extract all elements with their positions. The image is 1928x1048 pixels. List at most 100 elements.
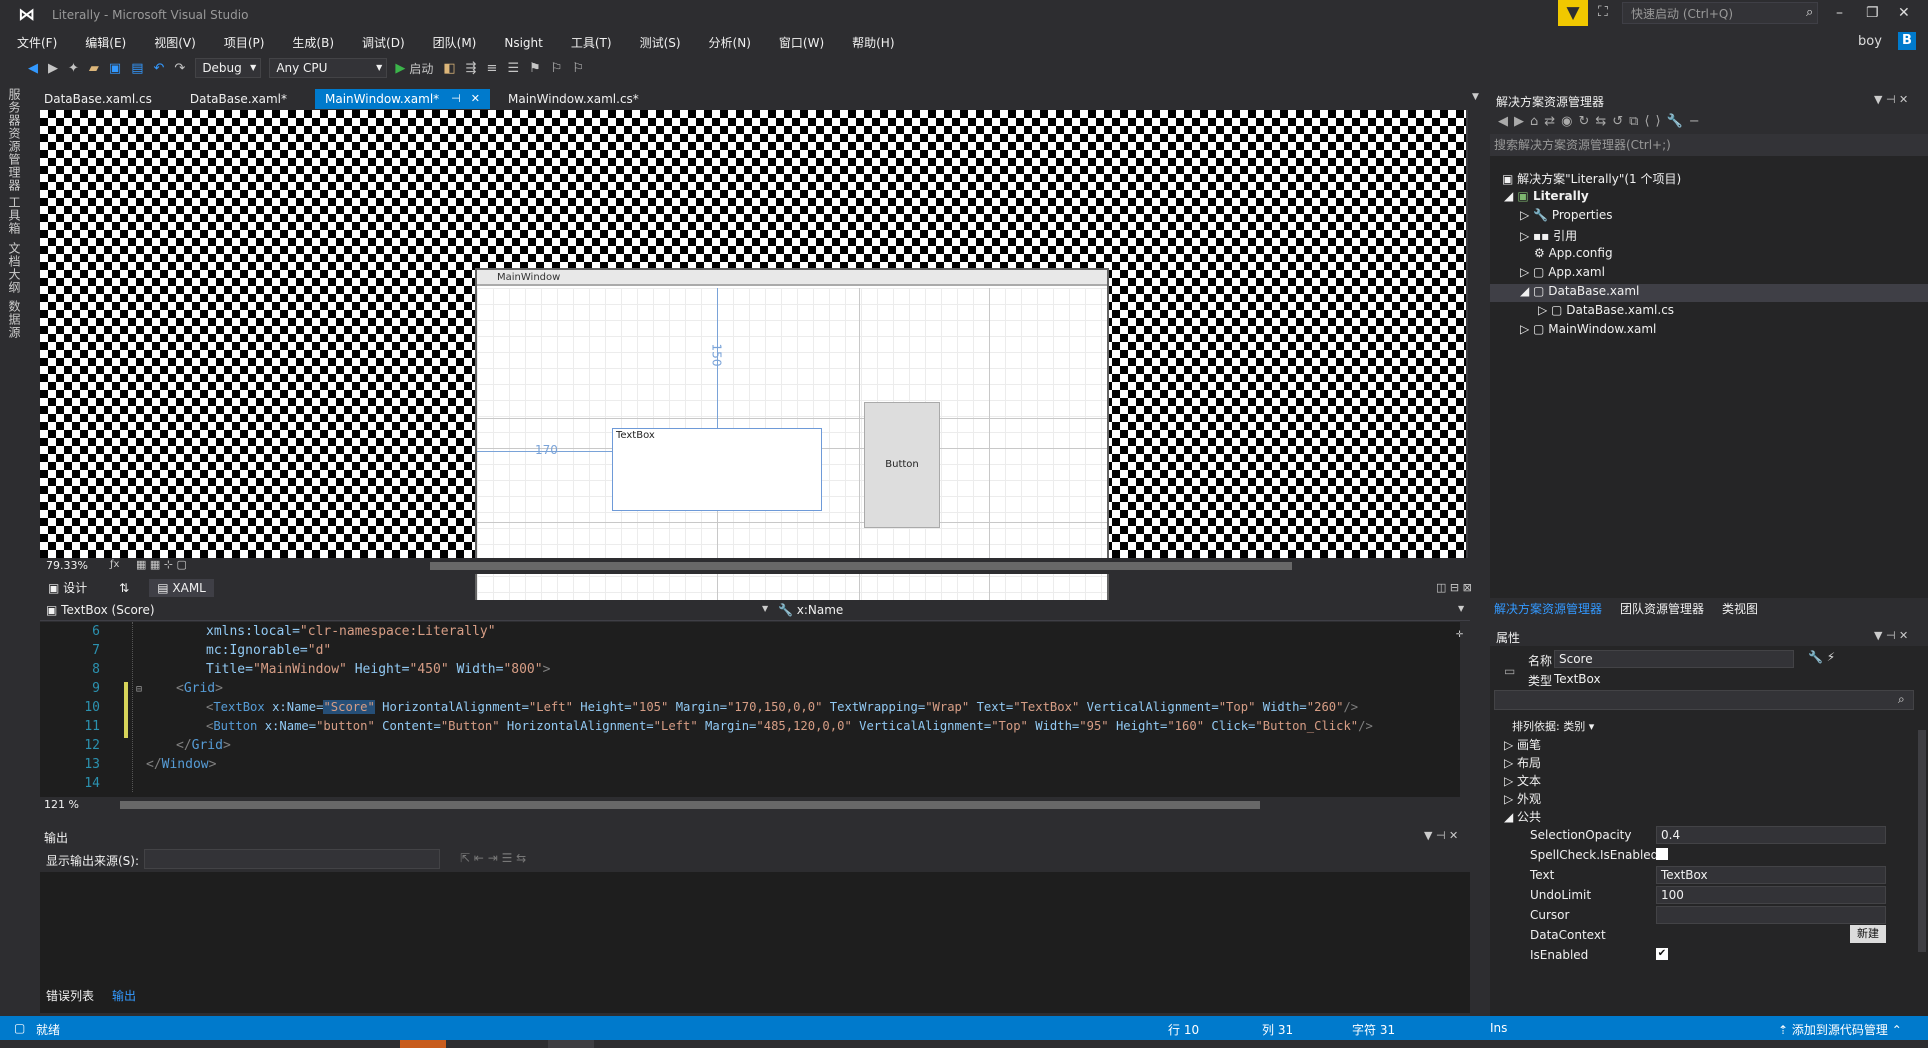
designer-horizontal-scrollbar[interactable] [430,562,1292,570]
isenabled-checkbox[interactable]: ✔ [1656,948,1668,960]
cursor-select[interactable] [1656,906,1886,924]
back-icon[interactable]: ◀ [28,61,38,76]
bookmark-icon[interactable]: ⚑ [529,61,541,76]
save-all-icon[interactable]: ▤ [131,61,143,76]
restore-button[interactable]: ❐ [1866,5,1879,21]
property-value[interactable]: 0.4 [1656,826,1886,844]
tab-database-xaml-cs[interactable]: DataBase.xaml.cs [34,89,162,109]
panel-controls-icon[interactable]: ▼ ⊣ ✕ [1874,93,1908,106]
collapse-icon[interactable]: ⊟ [136,684,142,695]
toolbox-tab[interactable]: 工具箱 [6,196,23,235]
tree-item-app-config[interactable]: ⚙ App.config [1534,246,1613,260]
fx-icon[interactable]: ƒx [110,559,119,570]
split-layout-icon[interactable]: ◫ ⊟ ⊠ [1436,581,1472,594]
tab-database-xaml[interactable]: DataBase.xaml* [180,89,297,109]
editor-vertical-scrollbar[interactable] [1460,622,1468,797]
xaml-code-editor[interactable]: ⊟ 6 xmlns:local="clr-namespace:Literally… [40,622,1468,797]
avatar[interactable]: B [1898,32,1916,50]
chevron-down-icon[interactable]: ▼ [1458,604,1464,613]
tree-item-mainwindow-xaml[interactable]: ▷ ▢ MainWindow.xaml [1520,322,1656,336]
tree-item-project[interactable]: ◢ ▣ Literally [1504,189,1589,203]
bookmark-next-icon[interactable]: ⚐ [572,61,584,76]
menu-team[interactable]: 团队(M) [416,32,488,54]
menu-help[interactable]: 帮助(H) [835,32,905,54]
tab-team-explorer[interactable]: 团队资源管理器 [1616,598,1708,620]
code-line[interactable]: <Grid> [176,681,223,696]
user-name[interactable]: boy [1858,34,1882,49]
split-editor-icon[interactable]: ✛ [1456,626,1463,640]
vertical-scrollbar[interactable] [1466,110,1468,558]
editor-zoom[interactable]: 121 % [44,798,79,811]
menu-edit[interactable]: 编辑(E) [68,32,137,54]
minimize-button[interactable]: – [1836,5,1843,21]
outdent-icon[interactable]: ☰ [507,61,519,76]
browser-icon[interactable]: ◧ [443,61,455,76]
category-layout[interactable]: ▷ 布局 [1504,754,1541,771]
indent-icon[interactable]: ≡ [487,61,498,76]
property-value[interactable]: 100 [1656,886,1886,904]
category-text[interactable]: ▷ 文本 [1504,772,1541,789]
undo-icon[interactable]: ↶ [154,61,165,76]
tree-item-properties[interactable]: ▷ 🔧 Properties [1520,208,1612,222]
document-outline-tab[interactable]: 文档大纲 [6,242,23,294]
code-line[interactable]: Title="MainWindow" Height="450" Width="8… [206,662,550,677]
designer-textbox[interactable]: TextBox [612,428,822,511]
menu-window[interactable]: 窗口(W) [762,32,835,54]
category-common[interactable]: ◢ 公共 [1504,808,1541,825]
swap-panes-button[interactable]: ⇅ [111,579,137,597]
data-sources-tab[interactable]: 数据源 [6,300,23,339]
tree-item-database-xaml[interactable]: ◢ ▢ DataBase.xaml [1520,284,1639,298]
new-button[interactable]: 新建 [1850,925,1886,943]
menu-file[interactable]: 文件(F) [0,32,68,54]
menu-test[interactable]: 测试(S) [623,32,692,54]
panel-controls-icon[interactable]: ▼ ⊣ ✕ [1874,629,1908,642]
platform-select[interactable]: Any CPU ▼ [269,58,388,78]
feedback-icon[interactable]: ⛶ [1598,4,1608,20]
code-line[interactable]: </Grid> [176,738,231,753]
redo-icon[interactable]: ↷ [174,61,185,76]
output-tool-icons[interactable]: ⇱ ⇤ ⇥ ☰ ⇆ [460,851,526,865]
code-line[interactable]: </Window> [146,757,216,772]
save-icon[interactable]: ▣ [109,61,121,76]
category-appearance[interactable]: ▷ 外观 [1504,790,1541,807]
name-field[interactable]: Score [1554,650,1794,668]
menu-project[interactable]: 项目(P) [207,32,276,54]
designer-zoom[interactable]: 79.33% [46,559,88,572]
search-icon[interactable]: ⌕ [1806,5,1813,20]
tab-design[interactable]: ▣ 设计 [40,579,95,597]
forward-icon[interactable]: ▶ [48,61,58,76]
server-explorer-tab[interactable]: 服务器资源管理器 [6,88,23,192]
menu-build[interactable]: 生成(B) [275,32,345,54]
tree-item-references[interactable]: ▷ ▪▪ 引用 [1520,227,1577,244]
start-button[interactable]: 启动 [409,60,433,77]
tab-mainwindow-xaml[interactable]: MainWindow.xaml* ⊣ ✕ [315,89,490,109]
tab-class-view[interactable]: 类视图 [1718,598,1762,620]
close-icon[interactable]: ✕ [471,89,480,109]
menu-view[interactable]: 视图(V) [137,32,207,54]
element-selector[interactable]: ▣ TextBox (Score) [46,603,155,617]
pin-icon[interactable]: ⊣ [451,89,461,109]
code-line[interactable]: <TextBox x:Name="Score" HorizontalAlignm… [206,700,1358,714]
tree-item-app-xaml[interactable]: ▷ ▢ App.xaml [1520,265,1605,279]
filter-icon[interactable]: ▼ [1558,0,1588,26]
tab-error-list[interactable]: 错误列表 [40,986,100,1006]
taskbar-item[interactable] [400,1040,446,1048]
tab-mainwindow-xaml-cs[interactable]: MainWindow.xaml.cs* [498,89,649,109]
start-icon[interactable]: ▶ [395,61,405,76]
chevron-down-icon[interactable]: ▼ [762,604,768,613]
solution-toolbar-icons[interactable]: ◀▶⌂⇄◉↻⇆↺⧉⟨⟩🔧− [1498,114,1706,129]
xaml-designer-canvas[interactable]: MainWindow 150 170 TextBox Button [40,110,1468,620]
code-line[interactable]: mc:Ignorable="d" [206,643,331,658]
taskbar-item[interactable] [548,1040,594,1048]
menu-nsight[interactable]: Nsight [487,32,554,54]
tree-item-database-xaml-cs[interactable]: ▷ ▢ DataBase.xaml.cs [1538,303,1674,317]
close-window-button[interactable]: ✕ [1898,5,1910,21]
spellcheck-checkbox[interactable] [1656,848,1668,860]
toggle-icon[interactable]: ⇶ [466,61,477,76]
property-selector[interactable]: 🔧 x:Name [778,603,843,617]
grid-toggle-icon[interactable]: ▦ ▦ ⊹ ▢ [136,558,187,571]
tree-item-solution[interactable]: ▣ 解决方案"Literally"(1 个项目) [1502,170,1681,187]
search-icon[interactable]: ⌕ [1898,692,1905,707]
solution-search-input[interactable]: 搜索解决方案资源管理器(Ctrl+;) [1490,134,1928,156]
tab-solution-explorer[interactable]: 解决方案资源管理器 [1490,598,1606,620]
